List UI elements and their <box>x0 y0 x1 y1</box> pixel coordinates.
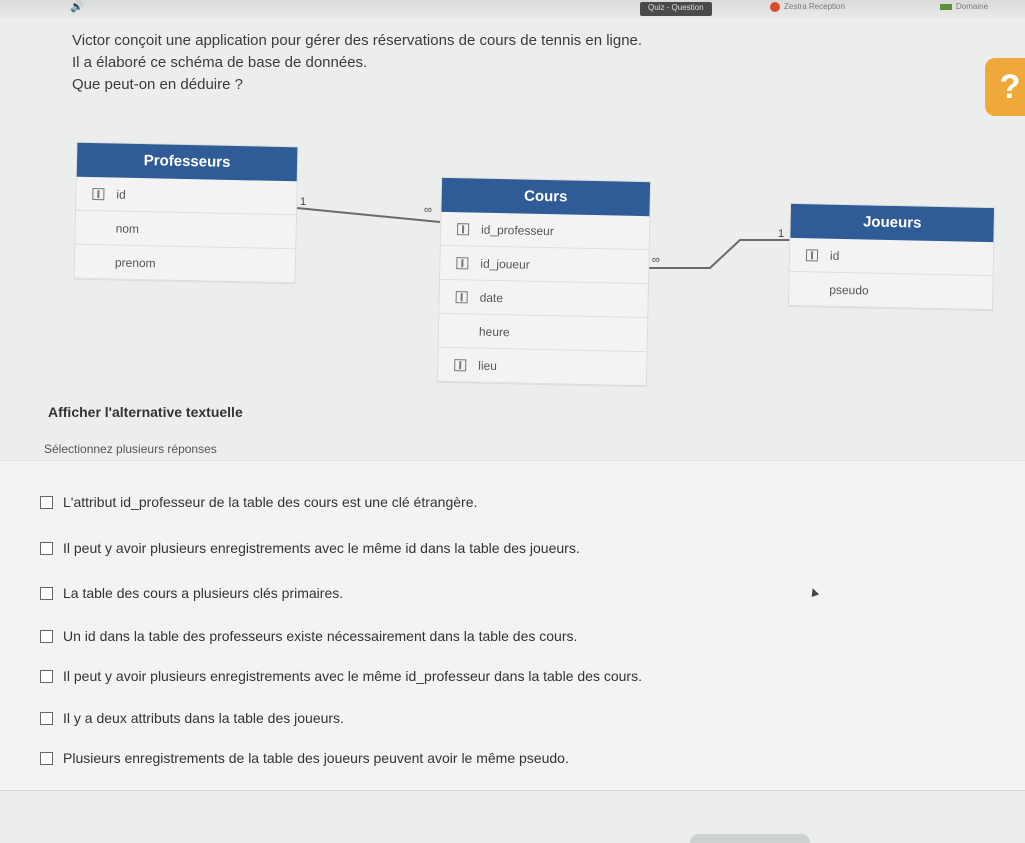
key-icon <box>805 249 819 262</box>
field-row: id_joueur <box>440 245 649 285</box>
table-professeurs: Professeurs id nom prenom <box>74 142 298 284</box>
field-name: id <box>829 248 840 263</box>
checkbox[interactable] <box>40 711 53 725</box>
field-row: id <box>76 176 297 216</box>
field-row: id_professeur <box>440 211 650 251</box>
choice-label: La table des cours a plusieurs clés prim… <box>63 585 344 601</box>
cardinality-prof-1: 1 <box>300 196 307 208</box>
table-cours: Cours id_professeur id_joueur date heure… <box>437 177 651 387</box>
key-icon <box>456 222 470 236</box>
checkbox[interactable] <box>40 541 53 555</box>
choice-label: L'attribut id_professeur de la table des… <box>63 494 478 510</box>
choice-option[interactable]: L'attribut id_professeur de la table des… <box>40 490 477 514</box>
show-alt-text-link[interactable]: Afficher l'alternative textuelle <box>48 404 243 420</box>
divider <box>0 790 1025 791</box>
field-name: lieu <box>478 358 498 374</box>
field-name: id <box>116 187 126 202</box>
choice-label: Un id dans la table des professeurs exis… <box>63 628 578 644</box>
checkbox[interactable] <box>40 586 53 600</box>
field-name: heure <box>478 324 510 340</box>
checkbox[interactable] <box>40 495 53 509</box>
field-row: id <box>789 237 994 277</box>
field-name: pseudo <box>829 282 869 298</box>
bottom-button[interactable] <box>690 834 810 843</box>
choice-option[interactable]: Plusieurs enregistrements de la table de… <box>40 746 569 770</box>
field-row: date <box>439 279 648 319</box>
choice-label: Il peut y avoir plusieurs enregistrement… <box>63 540 580 556</box>
key-icon <box>456 256 469 270</box>
link-prof-cours <box>296 207 441 223</box>
field-row: heure <box>438 313 648 353</box>
field-name: id_professeur <box>480 222 554 239</box>
table-professeurs-title: Professeurs <box>76 142 298 182</box>
link-cours-joueurs <box>648 239 790 269</box>
choice-label: Plusieurs enregistrements de la table de… <box>63 750 569 766</box>
choice-label: Il y a deux attributs dans la table des … <box>63 710 344 726</box>
cardinality-cours-many: ∞ <box>424 204 432 216</box>
choice-option[interactable]: Il y a deux attributs dans la table des … <box>40 706 344 730</box>
choice-label: Il peut y avoir plusieurs enregistrement… <box>63 668 642 684</box>
instruction-text: Sélectionnez plusieurs réponses <box>44 442 217 456</box>
cardinality-cours-joueur-many: ∞ <box>652 254 660 266</box>
field-row: prenom <box>74 244 296 284</box>
field-name: id_joueur <box>480 256 530 272</box>
field-name: date <box>479 290 504 306</box>
choice-option[interactable]: Il peut y avoir plusieurs enregistrement… <box>40 536 580 560</box>
table-joueurs-title: Joueurs <box>790 203 995 243</box>
field-name: prenom <box>114 255 156 271</box>
key-icon <box>454 358 467 372</box>
field-row: lieu <box>437 347 647 387</box>
checkbox[interactable] <box>40 629 53 643</box>
field-row: nom <box>75 210 296 250</box>
field-name: nom <box>115 221 140 237</box>
field-row: pseudo <box>788 271 993 311</box>
choice-option[interactable]: Un id dans la table des professeurs exis… <box>40 624 577 648</box>
key-icon <box>455 290 468 304</box>
choice-option[interactable]: La table des cours a plusieurs clés prim… <box>40 581 343 605</box>
table-cours-title: Cours <box>441 177 651 217</box>
table-joueurs: Joueurs id pseudo <box>788 203 995 311</box>
cardinality-joueur-1: 1 <box>778 228 785 240</box>
checkbox[interactable] <box>40 751 53 765</box>
key-icon <box>92 187 105 201</box>
choice-option[interactable]: Il peut y avoir plusieurs enregistrement… <box>40 664 642 688</box>
checkbox[interactable] <box>40 669 53 683</box>
